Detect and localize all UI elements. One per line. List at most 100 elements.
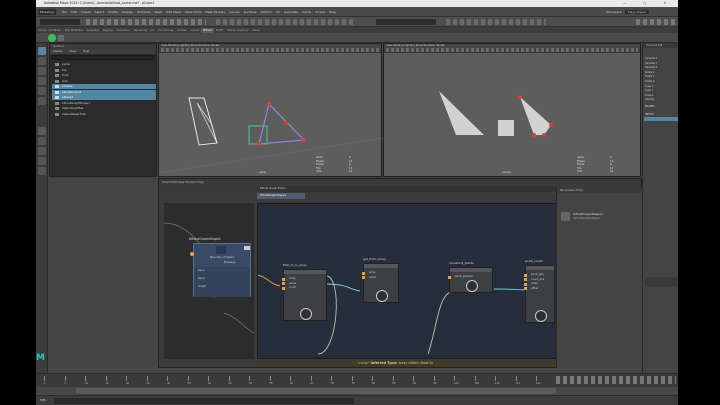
viewport-left-toolbar[interactable] [161,48,379,52]
outliner-search-input[interactable] [52,55,154,60]
bifrost-menu-edit[interactable]: Edit [171,180,176,184]
graph-node-port[interactable]: value [289,282,296,285]
menu-edit[interactable]: Edit [69,7,79,17]
graph-node[interactable]: point_position [448,267,493,293]
graph-node-port[interactable]: index [369,276,376,279]
outliner-menu-help[interactable]: Help [80,50,92,53]
vpl-menu-renderer[interactable]: Renderer [199,44,211,47]
vpr-menu-view[interactable]: View [386,44,392,47]
vpr-menu-panels[interactable]: Panels [436,44,444,47]
menu-help[interactable]: Help [327,7,338,17]
range-handle[interactable] [76,388,556,394]
port-connector-icon[interactable] [448,275,451,279]
menu-surfaces[interactable]: Surfaces [242,7,259,17]
channel-attr-row[interactable]: Visibility [645,98,677,102]
window-controls[interactable]: — ▢ ✕ [623,0,674,7]
menu-deform[interactable]: Deform [259,7,274,17]
menu-mesh-tools[interactable]: Mesh Tools [183,7,203,17]
layout-graph-icon[interactable] [38,167,46,175]
port-connector-icon[interactable] [524,278,527,281]
port-connector-icon[interactable] [362,271,365,275]
port-connector-icon[interactable] [524,273,527,277]
viewport-left[interactable]: View Shading Lighting Show Renderer Pane… [158,43,383,177]
snap-tools[interactable] [216,19,356,25]
graph-node-port[interactable]: count_pos [531,278,544,281]
lasso-tool-icon[interactable] [38,57,46,65]
mode-dropdown[interactable]: Modeling [38,9,56,15]
rotate-tool-icon[interactable] [38,87,46,95]
layout-side-icon[interactable] [38,147,46,155]
layout-outliner-icon[interactable] [38,157,46,165]
channel-attr-row[interactable]: Translate Z [645,66,677,70]
port-bend[interactable]: Bend [198,277,205,280]
port-connector-icon[interactable] [524,282,527,286]
bifrost-graph-tab[interactable]: bifrostGraphShape1 [257,193,305,199]
layers-header[interactable] [645,277,677,287]
port-connector-icon[interactable] [282,286,285,290]
menu-cache[interactable]: Cache [300,7,313,17]
graph-node-port[interactable]: array [369,271,376,274]
vpl-menu-show[interactable]: Show [191,44,198,47]
viewport-right-toolbar[interactable] [386,48,638,52]
menu-file[interactable]: File [60,7,69,17]
viewport-right[interactable]: View Shading Lighting Show Renderer Pane… [383,43,641,177]
outliner-item[interactable]: pPlane1 [52,95,156,100]
bifrost-menu-window[interactable]: Window [185,180,196,184]
menu-curves[interactable]: Curves [227,7,241,17]
render-input[interactable] [376,19,436,25]
menu-arnold[interactable]: Arnold [313,7,327,17]
shelf-tool-icon[interactable] [58,35,64,41]
outliner-item[interactable]: defaultLightSet [52,106,156,111]
paint-select-icon[interactable] [38,67,46,75]
layout-single-icon[interactable] [38,127,46,135]
vpl-menu-panels[interactable]: Panels [211,44,219,47]
range-slider[interactable] [36,387,678,395]
cmd-input[interactable] [54,398,354,404]
panel-toggles[interactable] [636,19,676,25]
cb-tab-edit[interactable]: Edit [658,44,663,47]
menu-mesh-display[interactable]: Mesh Display [203,7,227,17]
menu-modify[interactable]: Modify [106,7,120,17]
menu-display[interactable]: Display [120,7,135,17]
menu-select[interactable]: Select [93,7,106,17]
workspace-selector[interactable]: Workspace: Maya Classic [606,8,676,16]
menu-generate[interactable]: Generate [282,7,300,17]
workspace-dropdown[interactable]: Maya Classic [625,10,650,14]
outliner-item[interactable]: pCube1 [52,84,156,89]
port-base[interactable]: Base [198,269,204,272]
outliner-item[interactable]: defaultObjectSet [52,112,156,117]
channel-attr-row[interactable]: Scale X [645,85,677,89]
bifrost-menu-graph[interactable]: Graph [162,180,171,184]
cmd-language-label[interactable]: MEL [40,398,46,402]
menu-windows[interactable]: Windows [135,7,152,17]
node-collapse-icon[interactable] [244,246,250,250]
cb-selected-input[interactable] [644,117,678,121]
move-tool-icon[interactable] [38,77,46,85]
outliner-item[interactable]: bifrostGraph1 [52,89,156,95]
bifrost-shape-node[interactable]: New Obj: Vintage1 Message Base Bend Targ… [193,243,251,297]
channel-attr-row[interactable]: Scale Y [645,89,677,93]
outliner-item[interactable]: front [52,73,156,78]
vpr-menu-show[interactable]: Show [416,44,423,47]
vpr-menu-lighting[interactable]: Lighting [404,44,414,47]
menu-edit-mesh[interactable]: Edit Mesh [164,7,183,17]
bifrost-menu-help[interactable]: Help [197,180,203,184]
channel-attr-row[interactable]: Translate Y [645,62,677,66]
port-connector-icon[interactable] [362,276,365,279]
scale-tool-icon[interactable] [38,97,46,105]
port-connector-icon[interactable] [282,277,285,281]
channel-attr-row[interactable]: Scale Z [645,94,677,98]
port-connector-icon[interactable] [524,287,527,290]
channel-attr-row[interactable]: Rotate X [645,71,677,75]
channel-attr-row[interactable]: Rotate Y [645,75,677,79]
layout-four-icon[interactable] [38,137,46,145]
graph-node[interactable]: array value count [282,269,327,321]
vpl-menu-view[interactable]: View [161,44,167,47]
bifrost-menu-view[interactable]: View [178,180,185,184]
outliner-item[interactable]: top [52,68,156,73]
port-target[interactable]: Target [198,285,206,288]
graph-node[interactable]: point_geo count_pos index offset [524,265,555,323]
graph-node-port[interactable]: array [289,277,296,280]
graph-node[interactable]: array index [362,263,399,303]
channel-attr-row[interactable]: Rotate Z [645,80,677,84]
